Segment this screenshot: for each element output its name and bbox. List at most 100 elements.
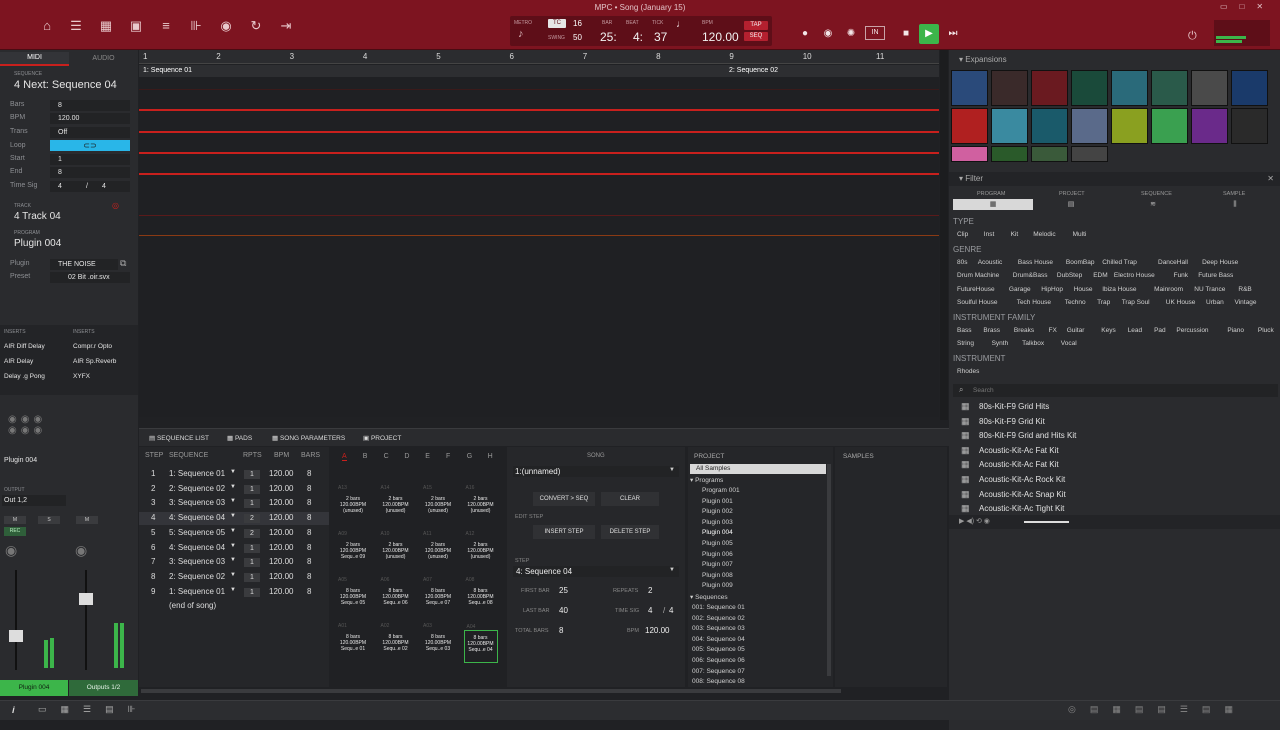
bpm-value[interactable]: 120.00 xyxy=(702,30,739,44)
pad-cell[interactable]: A01 8 bars 120.00BPM Sequ..e 01 xyxy=(336,623,370,663)
filter-chip[interactable]: FX xyxy=(1049,327,1057,334)
channel-label-outputs[interactable]: Outputs 1/2 xyxy=(69,680,138,696)
filter-chip[interactable]: Vintage xyxy=(1235,299,1257,306)
table-row[interactable]: 4 4: Sequence 04 ▼ 2 120.00 8 xyxy=(139,512,329,526)
expansion-thumbnail[interactable] xyxy=(1031,108,1068,144)
tc-button[interactable]: TC xyxy=(548,19,566,28)
sequence-name[interactable]: 4 Next: Sequence 04 xyxy=(14,79,117,91)
window-controls[interactable]: ▭□✕ xyxy=(1220,2,1275,11)
filter-chip[interactable]: Urban xyxy=(1206,299,1224,306)
grid-icon[interactable]: ▦ xyxy=(97,18,115,34)
swing-value[interactable]: 50 xyxy=(573,33,582,42)
list-item[interactable]: Plugin 002 xyxy=(702,508,733,515)
delete-step-button[interactable]: DELETE STEP xyxy=(601,525,659,539)
pad-cell[interactable]: A08 8 bars 120.00BPM Sequ..e 08 xyxy=(464,577,498,617)
preset-field[interactable]: 02 Bit .oir.svx xyxy=(50,272,130,283)
filter-chip[interactable]: Chilled Trap xyxy=(1102,259,1137,266)
table-row[interactable]: 1 1: Sequence 01 ▼ 1 120.00 8 xyxy=(139,468,329,481)
record-target-icon[interactable]: ◉ xyxy=(217,18,235,34)
end-field[interactable]: 8 xyxy=(50,167,130,178)
chevron-down-icon[interactable]: ▼ xyxy=(230,469,236,475)
filter-chip[interactable]: Mainroom xyxy=(1154,286,1183,293)
play-button[interactable]: ▶ xyxy=(919,24,939,44)
tab-sequence-list[interactable]: ▤ SEQUENCE LIST xyxy=(149,434,209,442)
bpm-value[interactable]: 120.00 xyxy=(269,587,293,596)
program-name[interactable]: Plugin 004 xyxy=(14,238,61,249)
instrument-chip[interactable]: Rhodes xyxy=(957,368,979,375)
chevron-down-icon[interactable]: ▼ xyxy=(230,513,236,519)
expansions-header[interactable]: ▾ Expansions xyxy=(959,55,1007,64)
filter-chip[interactable]: Ibiza House xyxy=(1102,286,1136,293)
filter-chip[interactable]: Tech House xyxy=(1017,299,1051,306)
pad-bank-tab[interactable]: E xyxy=(425,453,430,460)
step-select[interactable]: 4: Sequence 04 ▼ xyxy=(513,566,679,577)
repeats-value[interactable]: 2 xyxy=(244,514,260,524)
pad-cell[interactable]: A10 2 bars 120.00BPM (unused) xyxy=(379,531,413,571)
track-editor[interactable] xyxy=(139,77,939,417)
table-row[interactable]: 7 3: Sequence 03 ▼ 1 120.00 8 xyxy=(139,556,329,569)
pad-bank-tab[interactable]: F xyxy=(446,453,450,460)
search-field[interactable]: ⌕ Search xyxy=(953,384,1278,397)
table-row[interactable]: 6 4: Sequence 04 ▼ 1 120.00 8 xyxy=(139,542,329,555)
pad-cell[interactable]: A09 2 bars 120.00BPM Sequ..e 09 xyxy=(336,531,370,571)
pan-knob-2[interactable]: ◉ xyxy=(75,542,87,559)
all-samples-item[interactable]: All Samples xyxy=(690,464,826,474)
list-item[interactable]: Plugin 009 xyxy=(702,582,733,589)
filter-chip[interactable]: FutureHouse xyxy=(957,286,995,293)
bpm-value[interactable]: 120.00 xyxy=(269,572,293,581)
pad-bank-tab[interactable]: B xyxy=(363,453,368,460)
filter-chip[interactable]: Garage xyxy=(1009,286,1031,293)
expansion-thumbnail[interactable] xyxy=(1071,108,1108,144)
list-item[interactable]: 005: Sequence 05 xyxy=(692,646,745,653)
loop-toggle[interactable]: ⊂⊃ xyxy=(50,140,130,151)
note-icon[interactable]: ♩ xyxy=(676,19,686,30)
expansion-thumbnail[interactable] xyxy=(991,146,1028,162)
window-icon[interactable]: ▣ xyxy=(127,18,145,34)
insert-step-button[interactable]: INSERT STEP xyxy=(533,525,595,539)
tap-button[interactable]: TAP xyxy=(744,21,768,30)
list-item[interactable]: Plugin 003 xyxy=(702,519,733,526)
list-item[interactable]: Plugin 008 xyxy=(702,572,733,579)
expansion-thumbnail[interactable] xyxy=(951,146,988,162)
list-item[interactable]: 001: Sequence 01 xyxy=(692,604,745,611)
pad-bank-tab[interactable]: D xyxy=(404,453,409,460)
list-icon[interactable]: ☰ xyxy=(67,18,85,34)
stop-button[interactable]: ■ xyxy=(896,24,916,44)
expansion-thumbnail[interactable] xyxy=(991,70,1028,106)
filter-chip[interactable]: HipHop xyxy=(1041,286,1063,293)
mute-button-2[interactable]: M xyxy=(76,516,98,524)
editor-scrollbar[interactable] xyxy=(940,50,948,420)
output-select[interactable]: Out 1,2 xyxy=(2,495,66,506)
loop-icon[interactable]: ↻ xyxy=(247,18,265,34)
first-bar-value[interactable]: 25 xyxy=(559,586,568,595)
insert-slot[interactable]: AIR Diff Delay xyxy=(4,343,45,350)
bpm-value[interactable]: 120.00 xyxy=(269,484,293,493)
table-row[interactable]: 2 2: Sequence 02 ▼ 1 120.00 8 xyxy=(139,483,329,496)
list-item[interactable]: 002: Sequence 02 xyxy=(692,615,745,622)
plugin-edit-icon[interactable]: ⧉ xyxy=(120,258,126,269)
list-item[interactable]: Plugin 006 xyxy=(702,551,733,558)
bottom-scrollbar[interactable] xyxy=(141,689,841,693)
filter-tab-label[interactable]: PROJECT xyxy=(1059,191,1085,197)
filter-chip[interactable]: House xyxy=(1074,286,1093,293)
filter-chip[interactable]: NU Trance xyxy=(1194,286,1225,293)
home-icon[interactable]: ⌂ xyxy=(38,18,56,34)
list-item[interactable]: 008: Sequence 08 xyxy=(692,678,745,685)
expansion-thumbnail[interactable] xyxy=(1031,146,1068,162)
bpm-value[interactable]: 120.00 xyxy=(269,469,293,478)
filter-tab-icon[interactable]: ▤ xyxy=(1041,199,1101,210)
chevron-down-icon[interactable]: ▼ xyxy=(230,498,236,504)
table-row[interactable]: 3 3: Sequence 03 ▼ 1 120.00 8 xyxy=(139,497,329,510)
solo-button[interactable]: S xyxy=(38,516,60,524)
repeats-value[interactable]: 2 xyxy=(244,528,260,538)
tab-midi[interactable]: MIDI xyxy=(0,52,69,66)
insert-slot[interactable]: AIR Sp.Reverb xyxy=(73,358,116,365)
pad-bank-tab[interactable]: H xyxy=(488,453,493,460)
chevron-down-icon[interactable]: ▼ xyxy=(230,572,236,578)
expansion-thumbnail[interactable] xyxy=(1191,70,1228,106)
pad-cell[interactable]: A11 2 bars 120.00BPM (unused) xyxy=(421,531,455,571)
filter-chip[interactable]: Drum Machine xyxy=(957,272,999,279)
seq-button[interactable]: SEQ xyxy=(744,32,768,41)
filter-chip[interactable]: 80s xyxy=(957,259,967,266)
filter-chip[interactable]: Funk xyxy=(1174,272,1188,279)
